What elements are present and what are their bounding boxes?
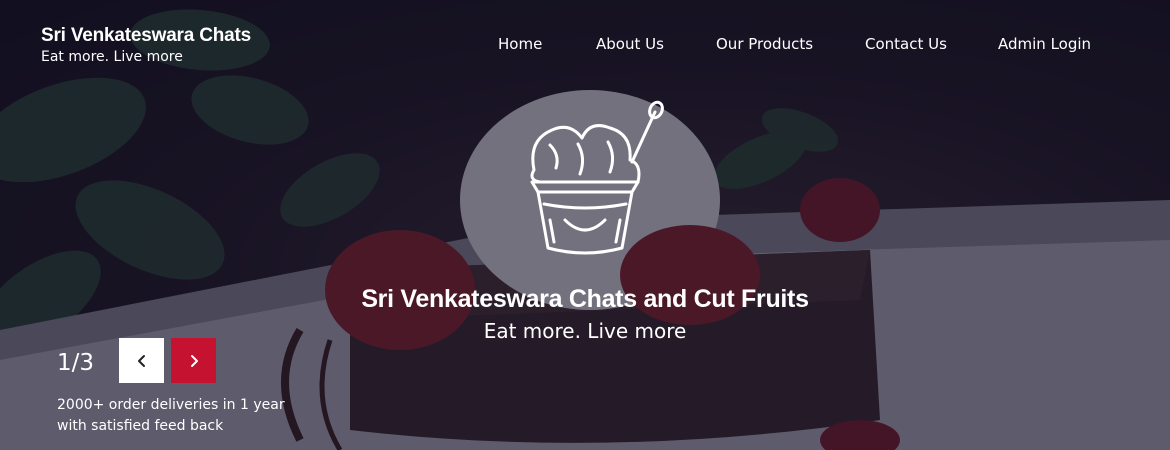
delivery-stat: 2000+ order deliveries in 1 year with sa… [57,395,297,437]
nav-contact-us[interactable]: Contact Us [865,35,947,53]
main-nav: Home About Us Our Products Contact Us Ad… [0,35,1170,57]
prev-slide-button[interactable] [119,338,164,383]
stat-line-2: with satisfied feed back [57,418,224,434]
slide-counter: 1/3 [57,350,95,376]
nav-about-us[interactable]: About Us [596,35,664,53]
chevron-left-icon [137,354,145,367]
chevron-right-icon [190,354,198,367]
next-slide-button[interactable] [171,338,216,383]
stat-line-1: 2000+ order deliveries in 1 year [57,397,285,413]
hero-title: Sri Venkateswara Chats and Cut Fruits [361,285,809,313]
nav-our-products[interactable]: Our Products [716,35,813,53]
ice-cream-cup-icon [530,100,664,255]
nav-admin-login[interactable]: Admin Login [998,35,1091,53]
hero-section: Sri Venkateswara Chats Eat more. Live mo… [0,0,1170,450]
nav-home[interactable]: Home [498,35,542,53]
